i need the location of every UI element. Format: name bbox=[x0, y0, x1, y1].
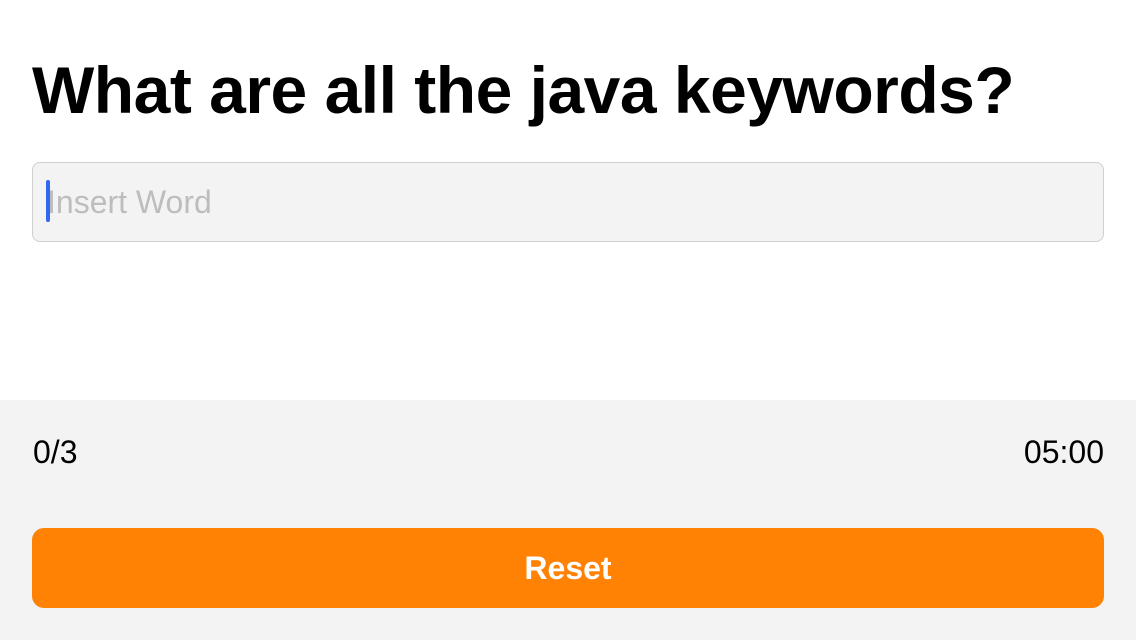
word-input-container[interactable] bbox=[32, 162, 1104, 242]
text-caret bbox=[46, 180, 50, 222]
reset-button[interactable]: Reset bbox=[32, 528, 1104, 608]
score-counter: 0/3 bbox=[33, 434, 78, 470]
countdown-timer: 05:00 bbox=[1023, 434, 1104, 470]
question-title: What are all the java keywords? bbox=[32, 53, 1015, 127]
bottom-panel: 0/3 05:00 Reset bbox=[0, 400, 1136, 640]
word-input[interactable] bbox=[33, 163, 1103, 241]
quiz-screen: What are all the java keywords? 0/3 05:0… bbox=[0, 0, 1136, 640]
